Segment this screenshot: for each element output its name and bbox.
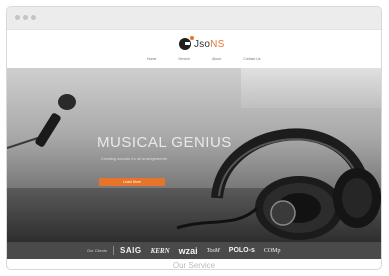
client-logo-wzai: wzai: [178, 245, 198, 256]
learn-more-button[interactable]: Learn More: [99, 178, 165, 186]
logo-text: JsoNS: [194, 38, 225, 50]
divider: [113, 246, 115, 255]
clients-strip: Our Clients SAIG KERN wzai TosM POLO-s C…: [7, 242, 381, 259]
nav-item-about[interactable]: About: [212, 57, 221, 62]
site-header: JsoNS Home Service About Contact Us: [7, 30, 381, 68]
client-logo-comp: COMp: [263, 247, 281, 254]
website-frame: JsoNS Home Service About Contact Us MUSI…: [6, 6, 382, 270]
main-nav: Home Service About Contact Us: [147, 57, 282, 62]
client-logo-polo: POLO-s: [228, 247, 255, 254]
client-logo-kern: KERN: [150, 246, 170, 255]
nav-item-contact[interactable]: Contact Us: [243, 57, 260, 62]
nav-item-service[interactable]: Service: [178, 57, 190, 62]
headphone-logo-icon: [179, 36, 194, 50]
hero-subline: Creating sounds for all arrangements: [101, 156, 167, 161]
hero-banner: MUSICAL GENIUS Creating sounds for all a…: [7, 68, 381, 242]
window-dot: [15, 15, 20, 20]
client-logo-tosm: TosM: [206, 247, 220, 254]
clients-label: Our Clients: [87, 248, 108, 253]
hero-headline: MUSICAL GENIUS: [97, 134, 232, 151]
site-logo[interactable]: JsoNS: [179, 36, 224, 52]
browser-bar: [7, 7, 381, 30]
window-dot: [23, 15, 28, 20]
window-dot: [31, 15, 36, 20]
nav-item-home[interactable]: Home: [147, 57, 156, 62]
services-section-title: Our Service: [172, 261, 216, 270]
headphones-microphone-image: [7, 94, 381, 240]
client-logo-saig: SAIG: [120, 246, 142, 255]
